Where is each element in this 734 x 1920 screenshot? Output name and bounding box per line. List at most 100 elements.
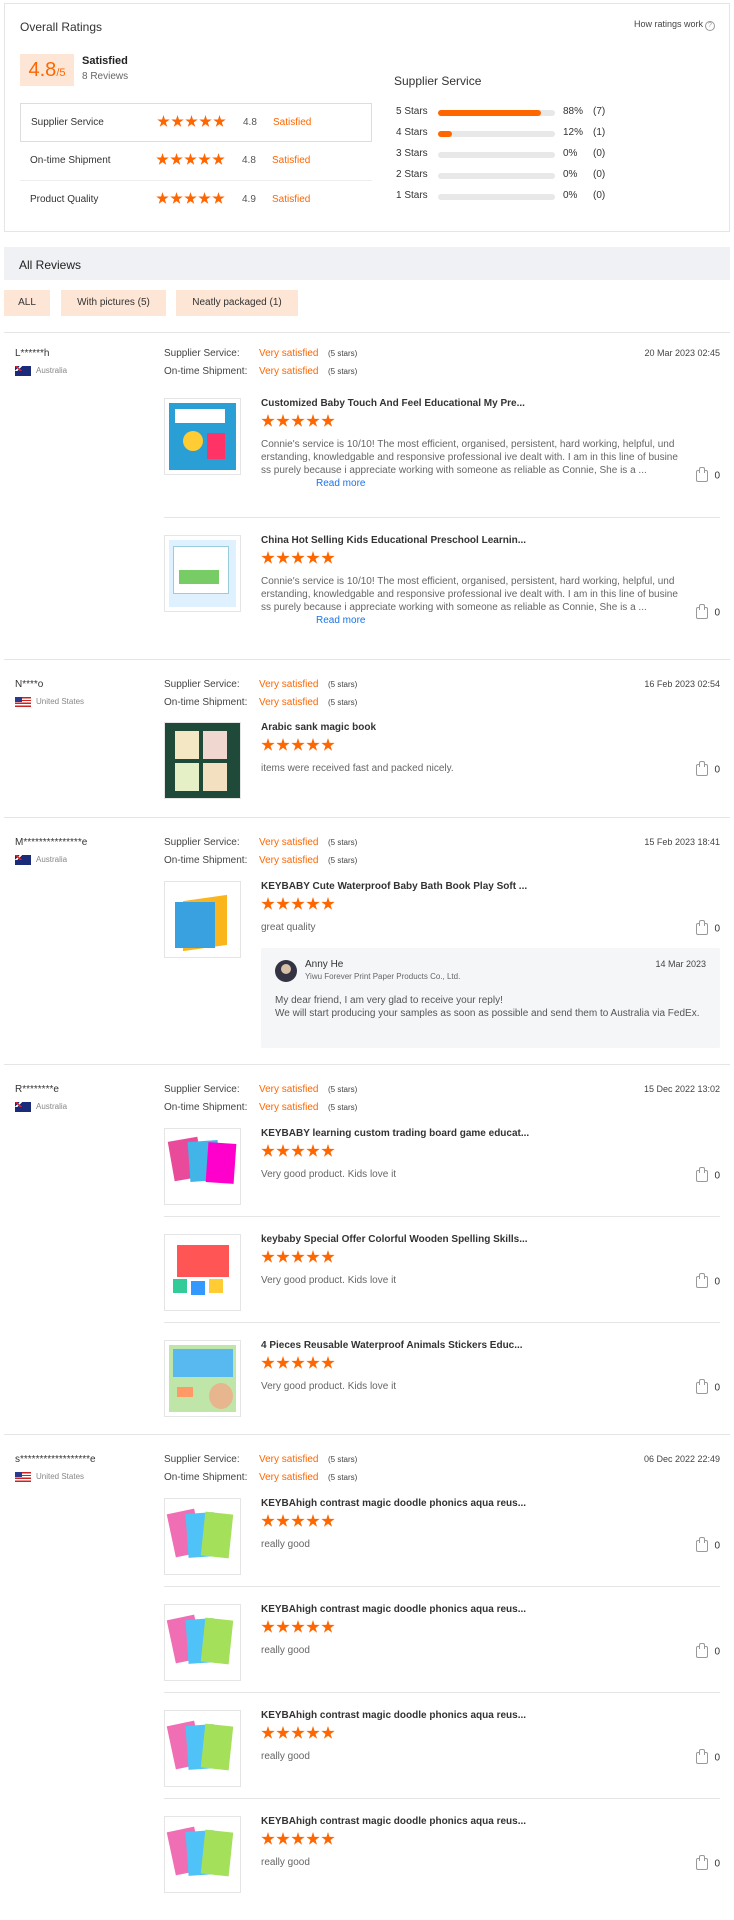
product-title[interactable]: KEYBAhigh contrast magic doodle phonics … — [261, 1816, 601, 1827]
like-button[interactable]: 0 — [696, 1273, 720, 1288]
star-bar-track — [438, 110, 555, 116]
product-thumbnail[interactable] — [164, 881, 241, 958]
product-thumbnail[interactable] — [164, 398, 241, 475]
thumbs-up-icon — [696, 604, 709, 619]
like-button[interactable]: 0 — [696, 1643, 720, 1658]
ontime-shipment-rating: On-time Shipment: Very satisfied (5 stars) — [164, 855, 464, 869]
like-button[interactable]: 0 — [696, 1537, 720, 1552]
product-star-rating — [261, 414, 336, 431]
rating-stars-text: (5 stars) — [328, 1103, 358, 1112]
product-thumbnail[interactable] — [164, 722, 241, 799]
like-button[interactable]: 0 — [696, 1855, 720, 1870]
product-thumbnail[interactable] — [164, 1710, 241, 1787]
filter-neatly-packaged-button[interactable]: Neatly packaged (1) — [176, 290, 298, 316]
item-divider — [164, 1692, 720, 1693]
like-count: 0 — [714, 607, 720, 619]
star-icon — [321, 738, 335, 751]
review-text: really good — [261, 1539, 310, 1550]
filter-with-pictures-button[interactable]: With pictures (5) — [61, 290, 166, 316]
ontime-shipment-rating: On-time Shipment: Very satisfied (5 stars) — [164, 1472, 464, 1486]
star-bar-track — [438, 152, 555, 158]
like-button[interactable]: 0 — [696, 1749, 720, 1764]
product-title[interactable]: KEYBABY Cute Waterproof Baby Bath Book P… — [261, 881, 601, 892]
rating-text: Very satisfied — [259, 366, 319, 377]
rating-row-product-quality[interactable]: Product Quality 4.9 Satisfied — [20, 181, 372, 220]
like-count: 0 — [714, 1170, 720, 1182]
item-divider — [164, 517, 720, 518]
rating-stars-text: (5 stars) — [328, 1085, 358, 1094]
rating-stars-text: (5 stars) — [328, 349, 358, 358]
product-thumbnail[interactable] — [164, 1234, 241, 1311]
star-icon — [261, 1726, 275, 1739]
star-icon — [306, 1144, 320, 1157]
overall-score-badge: 4.8/5 — [20, 54, 74, 86]
star-bar-label: 3 Stars — [396, 148, 428, 159]
like-button[interactable]: 0 — [696, 467, 720, 482]
star-icon — [276, 738, 290, 751]
product-thumbnail[interactable] — [164, 535, 241, 612]
question-icon: ? — [705, 21, 715, 31]
how-ratings-work-link[interactable]: How ratings work? — [634, 19, 715, 31]
product-title[interactable]: KEYBAhigh contrast magic doodle phonics … — [261, 1604, 601, 1615]
star-bar-count: (1) — [593, 127, 606, 138]
product-thumbnail[interactable] — [164, 1816, 241, 1893]
star-bar-label: 4 Stars — [396, 127, 428, 138]
product-star-rating — [261, 738, 336, 755]
product-thumbnail[interactable] — [164, 1604, 241, 1681]
read-more-link[interactable]: Read more — [316, 478, 365, 489]
reviewed-product: KEYBAhigh contrast magic doodle phonics … — [164, 1604, 720, 1684]
like-button[interactable]: 0 — [696, 1167, 720, 1182]
star-icon — [261, 1144, 275, 1157]
thumbs-up-icon — [696, 1167, 709, 1182]
reviewer-name: s******************e — [15, 1454, 96, 1465]
product-thumbnail[interactable] — [164, 1128, 241, 1205]
review-text: Very good product. Kids love it — [261, 1275, 397, 1286]
how-ratings-work-label[interactable]: How ratings work — [634, 19, 703, 29]
star-icon — [276, 1620, 290, 1633]
product-title[interactable]: China Hot Selling Kids Educational Presc… — [261, 535, 601, 546]
star-icon — [156, 153, 169, 165]
product-thumbnail[interactable] — [164, 1498, 241, 1575]
review-divider — [4, 1434, 730, 1435]
filter-all-button[interactable]: ALL — [4, 290, 50, 316]
star-icon — [291, 1144, 305, 1157]
star-icon — [321, 551, 335, 564]
thumbs-up-icon — [696, 1273, 709, 1288]
product-title[interactable]: KEYBAhigh contrast magic doodle phonics … — [261, 1498, 601, 1509]
read-more-link[interactable]: Read more — [316, 615, 365, 626]
rating-text: Very satisfied — [259, 1472, 319, 1483]
product-title[interactable]: KEYBAhigh contrast magic doodle phonics … — [261, 1710, 601, 1721]
star-bar-track — [438, 173, 555, 179]
product-title[interactable]: 4 Pieces Reusable Waterproof Animals Sti… — [261, 1340, 601, 1351]
product-title[interactable]: keybaby Special Offer Colorful Wooden Sp… — [261, 1234, 601, 1245]
review-date: 06 Dec 2022 22:49 — [643, 1454, 720, 1464]
star-icon — [291, 1726, 305, 1739]
overall-score-max: /5 — [56, 67, 66, 79]
product-title[interactable]: Customized Baby Touch And Feel Education… — [261, 398, 601, 409]
rating-row-supplier-service[interactable]: Supplier Service 4.8 Satisfied — [20, 103, 372, 142]
rating-row-ontime-shipment[interactable]: On-time Shipment 4.8 Satisfied — [20, 142, 372, 181]
like-button[interactable]: 0 — [696, 920, 720, 935]
star-bar-track — [438, 131, 555, 137]
overall-ratings-panel: Overall Ratings How ratings work? 4.8/5 … — [4, 3, 730, 232]
rating-text: Very satisfied — [259, 837, 319, 848]
product-thumbnail[interactable] — [164, 1340, 241, 1417]
country-name: United States — [36, 1472, 85, 1482]
like-button[interactable]: 0 — [696, 604, 720, 619]
star-icon — [184, 192, 197, 204]
ontime-shipment-label: On-time Shipment: — [164, 855, 248, 866]
like-button[interactable]: 0 — [696, 1379, 720, 1394]
review-date: 15 Dec 2022 13:02 — [643, 1084, 720, 1094]
supplier-service-label: Supplier Service: — [164, 837, 240, 848]
reply-date: 14 Mar 2023 — [655, 959, 706, 969]
reviewer-country: Australia — [15, 855, 67, 865]
product-title[interactable]: KEYBABY learning custom trading board ga… — [261, 1128, 601, 1139]
star-icon — [306, 414, 320, 427]
all-reviews-header: All Reviews — [4, 247, 730, 280]
product-title[interactable]: Arabic sank magic book — [261, 722, 601, 733]
thumbs-up-icon — [696, 761, 709, 776]
like-button[interactable]: 0 — [696, 761, 720, 776]
review-text: Connie's service is 10/10! The most effi… — [261, 439, 678, 476]
product-star-rating — [261, 1250, 336, 1267]
star-icon — [291, 1356, 305, 1369]
